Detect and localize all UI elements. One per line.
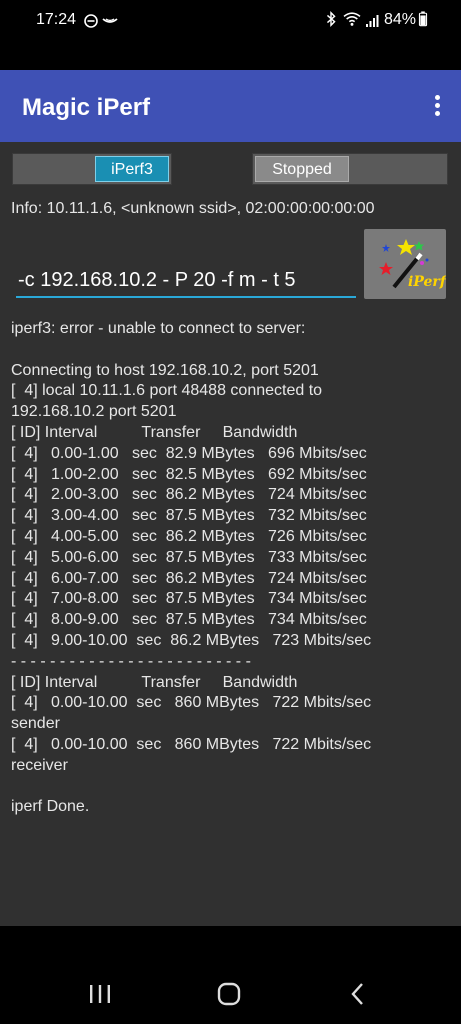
output-line: [ 4] 6.00-7.00 sec 86.2 MBytes 724 Mbits… <box>11 569 367 587</box>
output-line: [ 4] local 10.11.1.6 port 48488 connecte… <box>11 382 323 400</box>
back-icon[interactable] <box>338 980 378 1010</box>
output-line: iperf Done. <box>11 798 90 816</box>
command-input[interactable] <box>16 264 356 298</box>
battery-percent: 84% <box>384 11 417 28</box>
more-vert-icon[interactable] <box>433 95 441 119</box>
magic-wand-logo-icon: iPerf <box>379 239 446 290</box>
run-iperf-button[interactable]: iPerf <box>364 229 446 299</box>
output-line: [ 4] 4.00-5.00 sec 86.2 MBytes 726 Mbits… <box>11 527 367 545</box>
recents-icon[interactable] <box>80 980 120 1010</box>
main-content: iPerf3 Stopped Info: 10.11.1.6, <unknown… <box>0 142 461 926</box>
output-line: [ 4] 2.00-3.00 sec 86.2 MBytes 724 Mbits… <box>11 486 367 504</box>
output-line: [ 4] 0.00-10.00 sec 860 MBytes 722 Mbits… <box>11 735 372 753</box>
output-line: [ 4] 9.00-10.00 sec 86.2 MBytes 723 Mbit… <box>11 631 372 649</box>
do-not-disturb-icon <box>84 14 98 28</box>
output-line: [ 4] 8.00-9.00 sec 87.5 MBytes 734 Mbits… <box>11 611 367 629</box>
output-line: [ ID] Interval Transfer Bandwidth <box>11 673 298 691</box>
app-bar: Magic iPerf <box>0 70 461 142</box>
output-line: receiver <box>11 756 68 774</box>
wifi-icon <box>343 12 361 26</box>
output-line: [ 4] 1.00-2.00 sec 82.5 MBytes 692 Mbits… <box>11 465 367 483</box>
output-line: [ 4] 0.00-10.00 sec 860 MBytes 722 Mbits… <box>11 694 372 712</box>
bluetooth-icon <box>326 11 336 27</box>
output-line: [ 4] 3.00-4.00 sec 87.5 MBytes 732 Mbits… <box>11 507 367 525</box>
battery-icon <box>418 11 428 27</box>
navigation-bar <box>0 926 461 1024</box>
cell-signal-icon <box>366 15 379 27</box>
iperf3-toggle-button[interactable]: iPerf3 <box>95 156 169 182</box>
output-line: sender <box>11 715 60 733</box>
stopped-toggle-button[interactable]: Stopped <box>255 156 349 182</box>
status-bar: 17:24 84% <box>0 0 461 70</box>
output-line: [ 4] 7.00-8.00 sec 87.5 MBytes 734 Mbits… <box>11 590 367 608</box>
home-icon[interactable] <box>209 980 249 1010</box>
output-line: 192.168.10.2 port 5201 <box>11 403 177 421</box>
tool-selector[interactable]: iPerf3 <box>12 153 172 185</box>
output-log: iperf3: error - unable to connect to ser… <box>11 319 451 818</box>
logo-text: iPerf <box>408 274 446 290</box>
output-line: [ 4] 5.00-6.00 sec 87.5 MBytes 733 Mbits… <box>11 548 367 566</box>
signal-wave-icon <box>102 18 118 23</box>
app-title: Magic iPerf <box>22 94 151 121</box>
run-state-selector[interactable]: Stopped <box>252 153 448 185</box>
output-line: iperf3: error - unable to connect to ser… <box>11 320 306 337</box>
status-time: 17:24 <box>36 11 77 28</box>
output-line: [ 4] 0.00-1.00 sec 82.9 MBytes 696 Mbits… <box>11 444 367 462</box>
output-line: [ ID] Interval Transfer Bandwidth <box>11 423 298 441</box>
network-info: Info: 10.11.1.6, <unknown ssid>, 02:00:0… <box>11 200 375 217</box>
output-line: Connecting to host 192.168.10.2, port 52… <box>11 361 319 379</box>
output-line: - - - - - - - - - - - - - - - - - - - - … <box>11 652 251 670</box>
